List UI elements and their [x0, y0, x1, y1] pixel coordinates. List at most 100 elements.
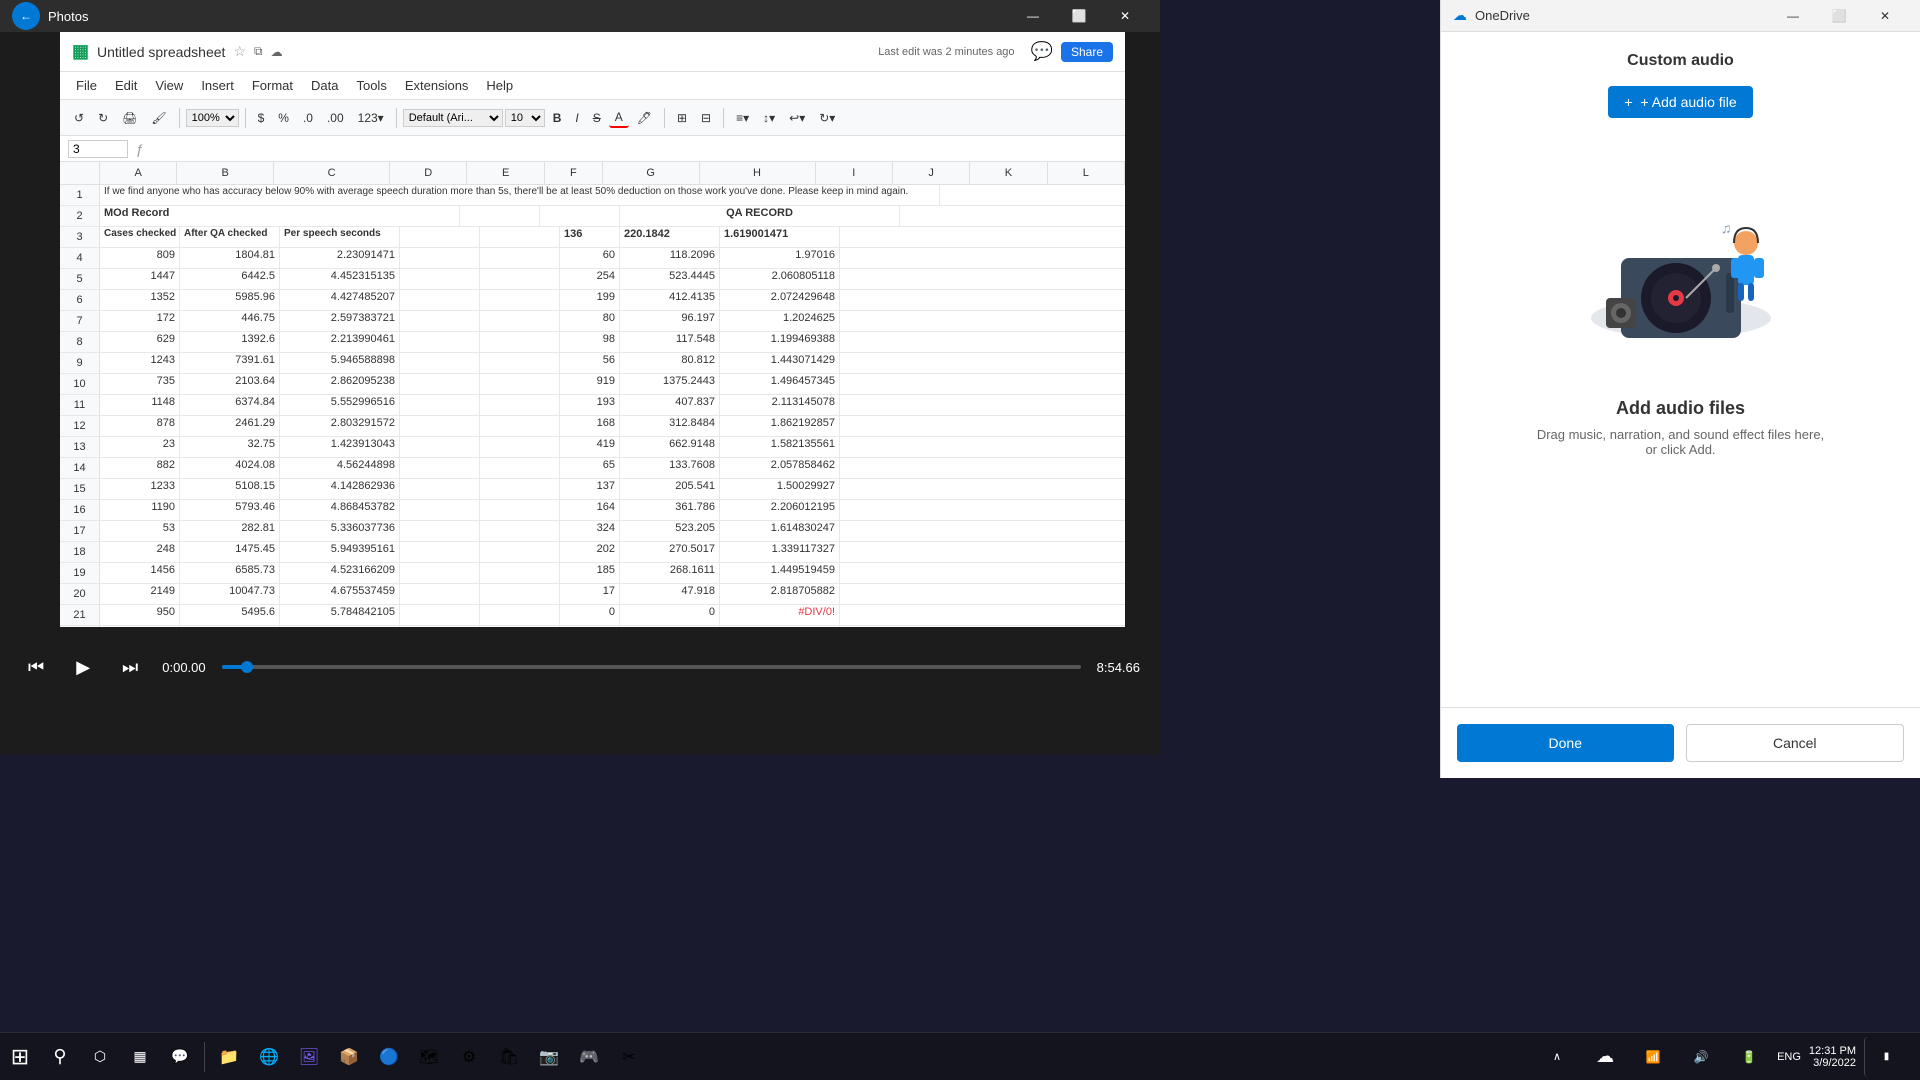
dropbox-button[interactable]: 📦 [329, 1037, 369, 1077]
cell-r8-c3[interactable] [400, 332, 480, 352]
cell-r12-c0[interactable]: 878 [100, 416, 180, 436]
row-num-14[interactable]: 14 [60, 458, 100, 478]
done-button[interactable]: Done [1457, 724, 1674, 762]
row-num-1[interactable]: 1 [60, 185, 100, 205]
col-header-h[interactable]: H [700, 162, 816, 184]
cell-r19-c2[interactable]: 4.523166209 [280, 563, 400, 583]
col-header-c[interactable]: C [274, 162, 390, 184]
wrap-tool[interactable]: ↩▾ [783, 109, 811, 127]
cell-r8-c1[interactable]: 1392.6 [180, 332, 280, 352]
cell-r5-c4[interactable] [480, 269, 560, 289]
row-num-10[interactable]: 10 [60, 374, 100, 394]
cell-r8-c6[interactable]: 117.548 [620, 332, 720, 352]
cell-r19-c4[interactable] [480, 563, 560, 583]
cell-r16-c2[interactable]: 4.868453782 [280, 500, 400, 520]
row-num-11[interactable]: 11 [60, 395, 100, 415]
cell-r10-c3[interactable] [400, 374, 480, 394]
cell-r11-c1[interactable]: 6374.84 [180, 395, 280, 415]
cell-r17-c5[interactable]: 324 [560, 521, 620, 541]
snip-button[interactable]: ✂ [609, 1037, 649, 1077]
borders-tool[interactable]: ⊞ [671, 109, 693, 127]
print-tool[interactable]: 🖨 [116, 109, 143, 127]
col-header-j[interactable]: J [893, 162, 970, 184]
fill-color-tool[interactable]: 🖊 [631, 109, 658, 127]
cell-r15-c4[interactable] [480, 479, 560, 499]
cell-r12-c1[interactable]: 2461.29 [180, 416, 280, 436]
cell-r14-c7[interactable]: 2.057858462 [720, 458, 840, 478]
cell-r21-c5[interactable]: 0 [560, 605, 620, 625]
add-audio-button[interactable]: + + Add audio file [1608, 86, 1752, 118]
cell-r7-c2[interactable]: 2.597383721 [280, 311, 400, 331]
settings-button[interactable]: ⚙ [449, 1037, 489, 1077]
od-minimize-button[interactable]: — [1770, 0, 1816, 32]
cell-r5-c6[interactable]: 523.4445 [620, 269, 720, 289]
cell-r6-c6[interactable]: 412.4135 [620, 290, 720, 310]
cell-r13-c1[interactable]: 32.75 [180, 437, 280, 457]
cell-r11-c2[interactable]: 5.552996516 [280, 395, 400, 415]
cell-r21-c6[interactable]: 0 [620, 605, 720, 625]
cell-r18-c7[interactable]: 1.339117327 [720, 542, 840, 562]
cell-r13-c0[interactable]: 23 [100, 437, 180, 457]
play-button[interactable]: ▶ [68, 653, 98, 682]
cell-r10-c1[interactable]: 2103.64 [180, 374, 280, 394]
cell-r8-c0[interactable]: 629 [100, 332, 180, 352]
menu-help[interactable]: Help [478, 76, 521, 95]
col-header-i[interactable]: I [816, 162, 893, 184]
share-button[interactable]: Share [1061, 42, 1113, 62]
cell-r16-c4[interactable] [480, 500, 560, 520]
cell-r20-c3[interactable] [400, 584, 480, 604]
cell-r19-c0[interactable]: 1456 [100, 563, 180, 583]
cell-r9-c1[interactable]: 7391.61 [180, 353, 280, 373]
menu-extensions[interactable]: Extensions [397, 76, 477, 95]
decimal2-tool[interactable]: .00 [321, 109, 350, 127]
cell-r17-c1[interactable]: 282.81 [180, 521, 280, 541]
bold-tool[interactable]: B [547, 109, 568, 127]
cell-r18-c4[interactable] [480, 542, 560, 562]
cell-r15-c1[interactable]: 5108.15 [180, 479, 280, 499]
row-num-16[interactable]: 16 [60, 500, 100, 520]
cell-r16-c0[interactable]: 1190 [100, 500, 180, 520]
comments-icon[interactable]: 💬 [1031, 41, 1053, 62]
cell-r9-c6[interactable]: 80.812 [620, 353, 720, 373]
cell-r4-c4[interactable] [480, 248, 560, 268]
undo-tool[interactable]: ↺ [68, 109, 90, 127]
cell-r5-c7[interactable]: 2.060805118 [720, 269, 840, 289]
menu-file[interactable]: File [68, 76, 105, 95]
menu-format[interactable]: Format [244, 76, 301, 95]
menu-data[interactable]: Data [303, 76, 346, 95]
col-header-k[interactable]: K [970, 162, 1047, 184]
task-view-button[interactable]: ⬡ [80, 1037, 120, 1077]
cancel-button[interactable]: Cancel [1686, 724, 1905, 762]
valign-tool[interactable]: ↕▾ [757, 109, 781, 127]
strikethrough-tool[interactable]: S [587, 109, 607, 127]
cell-r6-c0[interactable]: 1352 [100, 290, 180, 310]
teams-button[interactable]: 💬 [160, 1037, 200, 1077]
cell-r14-c4[interactable] [480, 458, 560, 478]
cell-r14-c2[interactable]: 4.56244898 [280, 458, 400, 478]
cell-r7-c4[interactable] [480, 311, 560, 331]
cell-r11-c0[interactable]: 1148 [100, 395, 180, 415]
cell-r17-c6[interactable]: 523.205 [620, 521, 720, 541]
cell-r15-c6[interactable]: 205.541 [620, 479, 720, 499]
cell-r19-c3[interactable] [400, 563, 480, 583]
cell-r21-c3[interactable] [400, 605, 480, 625]
cell-r7-c3[interactable] [400, 311, 480, 331]
od-close-button[interactable]: ✕ [1862, 0, 1908, 32]
row-num-7[interactable]: 7 [60, 311, 100, 331]
cell-r14-c3[interactable] [400, 458, 480, 478]
cell-r4-c7[interactable]: 1.97016 [720, 248, 840, 268]
cell-r14-c6[interactable]: 133.7608 [620, 458, 720, 478]
cell-r18-c5[interactable]: 202 [560, 542, 620, 562]
row-num-20[interactable]: 20 [60, 584, 100, 604]
cell-r4-c3[interactable] [400, 248, 480, 268]
cell-r5-c0[interactable]: 1447 [100, 269, 180, 289]
network-icon[interactable]: 📶 [1633, 1037, 1673, 1077]
zoom-select[interactable]: 100% [186, 109, 239, 127]
cell-r10-c7[interactable]: 1.496457345 [720, 374, 840, 394]
row-num-17[interactable]: 17 [60, 521, 100, 541]
merge-tool[interactable]: ⊟ [695, 109, 717, 127]
cell-r17-c3[interactable] [400, 521, 480, 541]
cell-r20-c7[interactable]: 2.818705882 [720, 584, 840, 604]
cell-r9-c2[interactable]: 5.946588898 [280, 353, 400, 373]
timeline[interactable] [222, 665, 1081, 669]
